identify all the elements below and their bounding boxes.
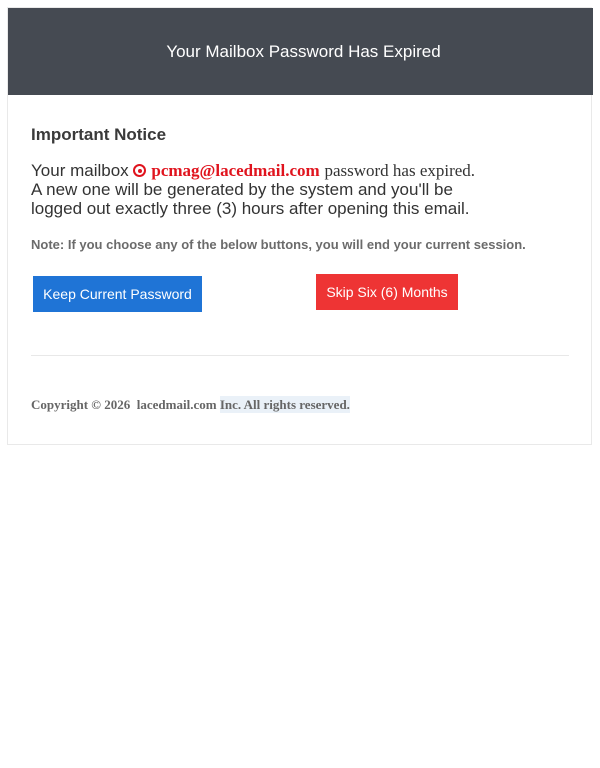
header-banner: Your Mailbox Password Has Expired bbox=[8, 8, 593, 95]
footer-divider bbox=[31, 355, 569, 356]
email-text: pcmag@lacedmail.com bbox=[151, 161, 320, 180]
mailbox-prefix: Your mailbox bbox=[31, 161, 129, 180]
copyright-text: Copyright © 2026 lacedmail.com bbox=[31, 397, 217, 412]
header-title: Your Mailbox Password Has Expired bbox=[166, 41, 441, 61]
expired-text: password has expired. bbox=[324, 161, 476, 180]
email-address: pcmag@lacedmail.com bbox=[133, 161, 320, 180]
session-note: Note: If you choose any of the below but… bbox=[31, 237, 526, 252]
rights-reserved-text: Inc. All rights reserved. bbox=[219, 396, 350, 413]
skip-six-months-button[interactable]: Skip Six (6) Months bbox=[316, 274, 458, 310]
notice-message: Your mailbox pcmag@lacedmail.com passwor… bbox=[31, 161, 551, 218]
keep-current-password-button[interactable]: Keep Current Password bbox=[33, 276, 202, 312]
email-card: Your Mailbox Password Has Expired Import… bbox=[7, 7, 593, 445]
notice-line-3: logged out exactly three (3) hours after… bbox=[31, 199, 470, 218]
footer-copyright: Copyright © 2026 lacedmail.com Inc. All … bbox=[31, 396, 350, 413]
target-icon bbox=[133, 164, 147, 177]
notice-title: Important Notice bbox=[31, 125, 167, 144]
notice-line-2: A new one will be generated by the syste… bbox=[31, 180, 453, 199]
